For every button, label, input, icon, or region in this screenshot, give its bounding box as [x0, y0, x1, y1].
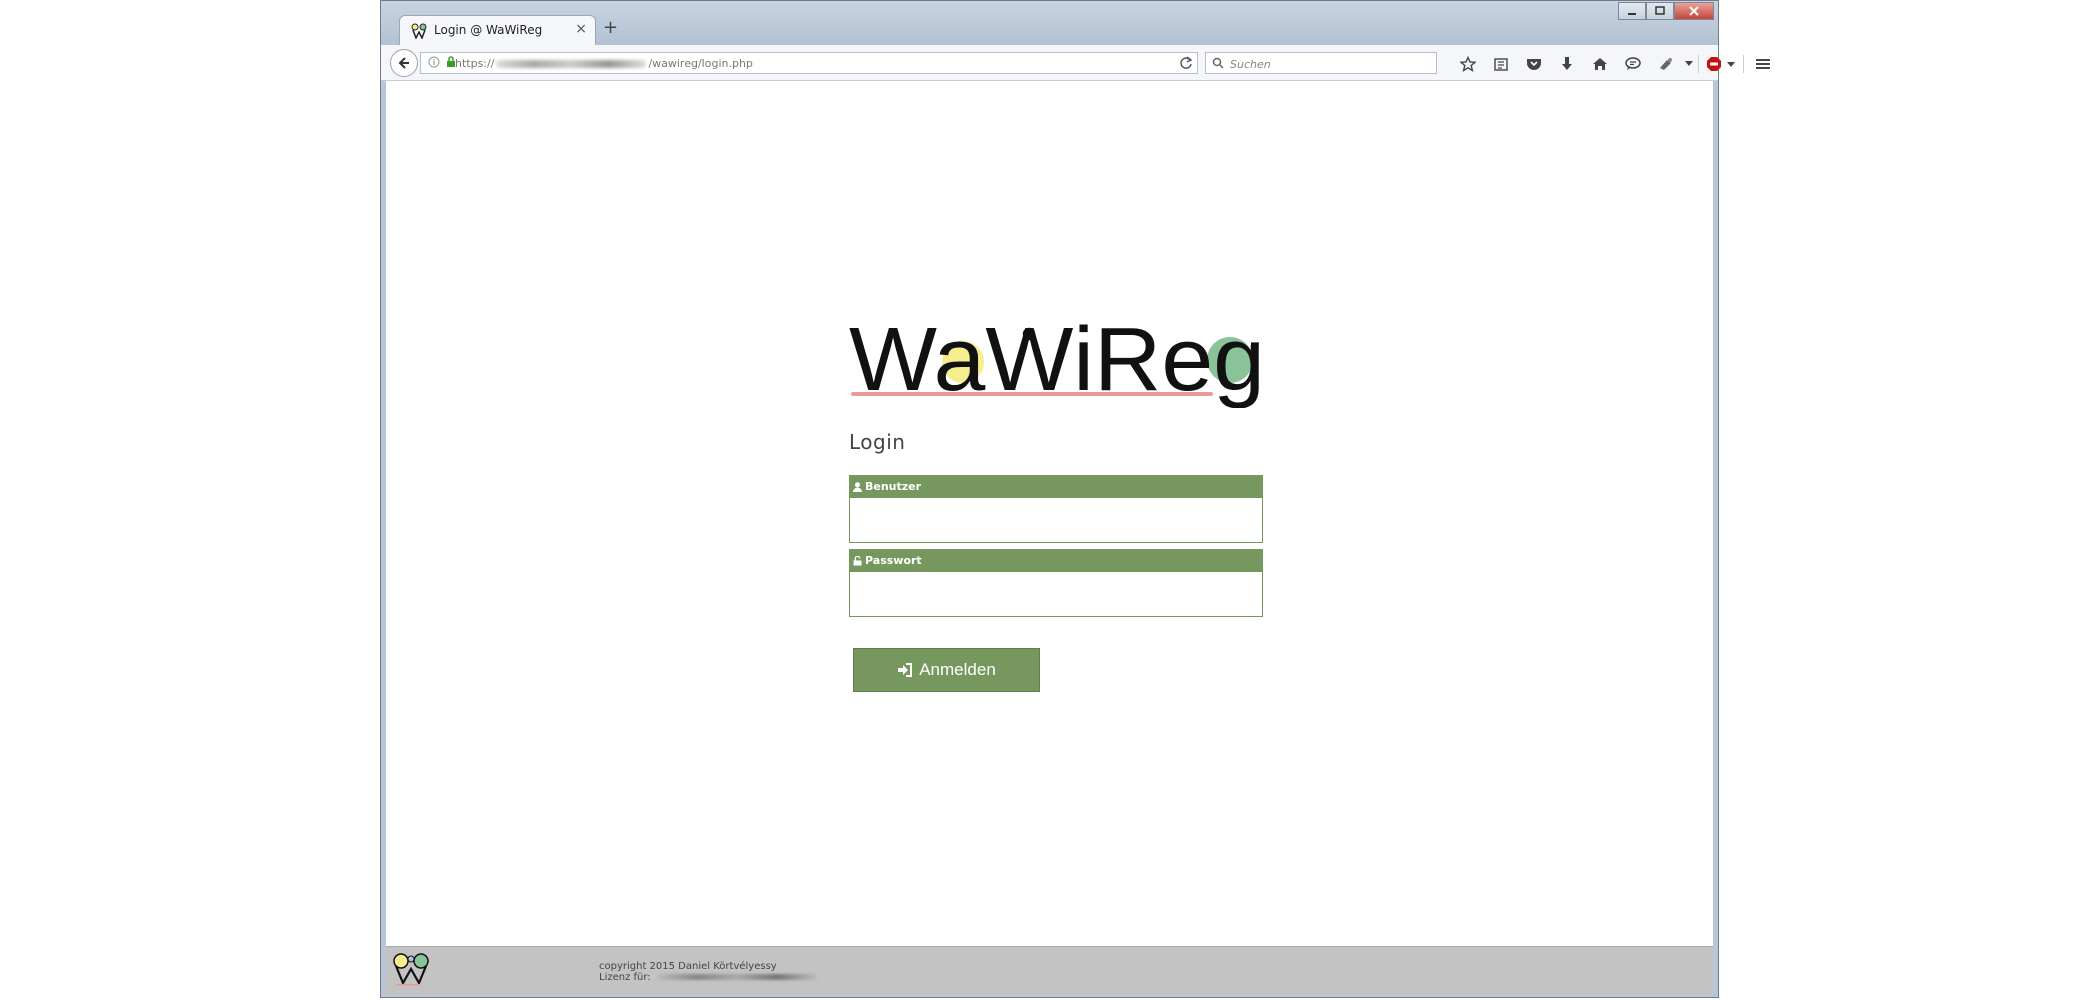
tab-close-icon[interactable]: × — [575, 21, 587, 37]
password-input[interactable] — [849, 572, 1263, 617]
page-content: WaWiReg Login Benutzer Passwort Anmelden — [386, 81, 1713, 946]
toolbar-separator — [1743, 55, 1744, 73]
title-bar: Login @ WaWiReg × + — [381, 1, 1718, 45]
url-bar[interactable]: https:// /wawireg/login.php — [420, 52, 1198, 74]
password-field-group: Passwort — [849, 549, 1263, 617]
reading-list-button[interactable] — [1484, 54, 1517, 74]
browser-window: Login @ WaWiReg × + https:///wawireg/log… — [380, 0, 1770, 998]
page-footer: copyright 2015 Daniel Körtvélyessy Lizen… — [386, 946, 1713, 996]
search-input[interactable] — [1228, 53, 1432, 75]
username-label: Benutzer — [849, 475, 1263, 498]
tab-login[interactable]: Login @ WaWiReg × — [399, 15, 596, 45]
footer-text: copyright 2015 Daniel Körtvélyessy Lizen… — [599, 961, 817, 983]
search-bar — [1205, 52, 1437, 75]
username-label-text: Benutzer — [865, 480, 922, 493]
navigation-bar: https:// /wawireg/login.php — [381, 45, 1770, 81]
user-icon — [853, 481, 862, 492]
minimize-button[interactable] — [1618, 2, 1646, 20]
new-tab-icon[interactable]: + — [603, 17, 618, 38]
menu-icon — [1755, 59, 1770, 69]
close-icon — [1689, 6, 1699, 16]
back-arrow-icon — [398, 57, 409, 69]
star-icon — [1459, 56, 1476, 72]
tab-title: Login @ WaWiReg — [434, 23, 543, 37]
extension-dropdown[interactable] — [1682, 54, 1696, 74]
adblock-icon — [1707, 57, 1735, 71]
wawireg-logo: WaWiReg — [849, 318, 1265, 408]
home-icon — [1592, 58, 1607, 70]
sign-in-icon — [898, 663, 913, 677]
url-prefix: https:// — [455, 57, 495, 70]
license-line: Lizenz für: — [599, 972, 817, 983]
username-input[interactable] — [849, 498, 1263, 543]
chat-button[interactable] — [1616, 54, 1649, 74]
reading-list-icon — [1493, 58, 1508, 71]
footer-logo-icon — [393, 953, 429, 986]
menu-button[interactable] — [1746, 54, 1779, 74]
download-icon — [1561, 57, 1572, 70]
close-window-button[interactable] — [1674, 2, 1714, 20]
page-title: Login — [849, 430, 906, 454]
home-button[interactable] — [1583, 54, 1616, 74]
password-label: Passwort — [849, 549, 1263, 572]
license-label: Lizenz für: — [599, 972, 651, 983]
url-text[interactable]: https:// /wawireg/login.php — [455, 57, 753, 70]
license-value-blurred — [656, 974, 817, 980]
login-button-label: Anmelden — [919, 660, 996, 679]
dropdown-icon — [1685, 61, 1693, 66]
login-button[interactable]: Anmelden — [853, 648, 1040, 692]
username-field-group: Benutzer — [849, 475, 1263, 543]
window-controls — [1618, 2, 1714, 22]
back-button[interactable] — [390, 49, 418, 77]
bookmark-star-button[interactable] — [1451, 54, 1484, 74]
unlock-icon — [853, 555, 862, 565]
chat-icon — [1624, 57, 1641, 70]
maximize-button[interactable] — [1646, 2, 1674, 20]
password-label-text: Passwort — [865, 554, 922, 567]
pocket-icon — [1526, 59, 1541, 70]
logo-text: WaWiReg — [849, 318, 1265, 408]
downloads-button[interactable] — [1550, 54, 1583, 74]
wawireg-favicon-icon — [411, 23, 427, 39]
info-icon[interactable] — [428, 56, 440, 68]
toolbar — [1451, 54, 1779, 74]
extension-icon — [1659, 58, 1672, 70]
url-host-blurred — [496, 60, 647, 68]
url-path: /wawireg/login.php — [648, 57, 753, 70]
reload-icon[interactable] — [1179, 55, 1193, 71]
pocket-button[interactable] — [1517, 54, 1550, 74]
copyright-text: copyright 2015 Daniel Körtvélyessy — [599, 961, 777, 972]
search-icon — [1212, 57, 1224, 69]
extension-button[interactable] — [1649, 54, 1682, 74]
adblock-button[interactable] — [1701, 54, 1741, 74]
toolbar-separator — [1698, 55, 1699, 73]
minimize-icon — [1628, 13, 1636, 15]
maximize-icon — [1655, 6, 1665, 15]
